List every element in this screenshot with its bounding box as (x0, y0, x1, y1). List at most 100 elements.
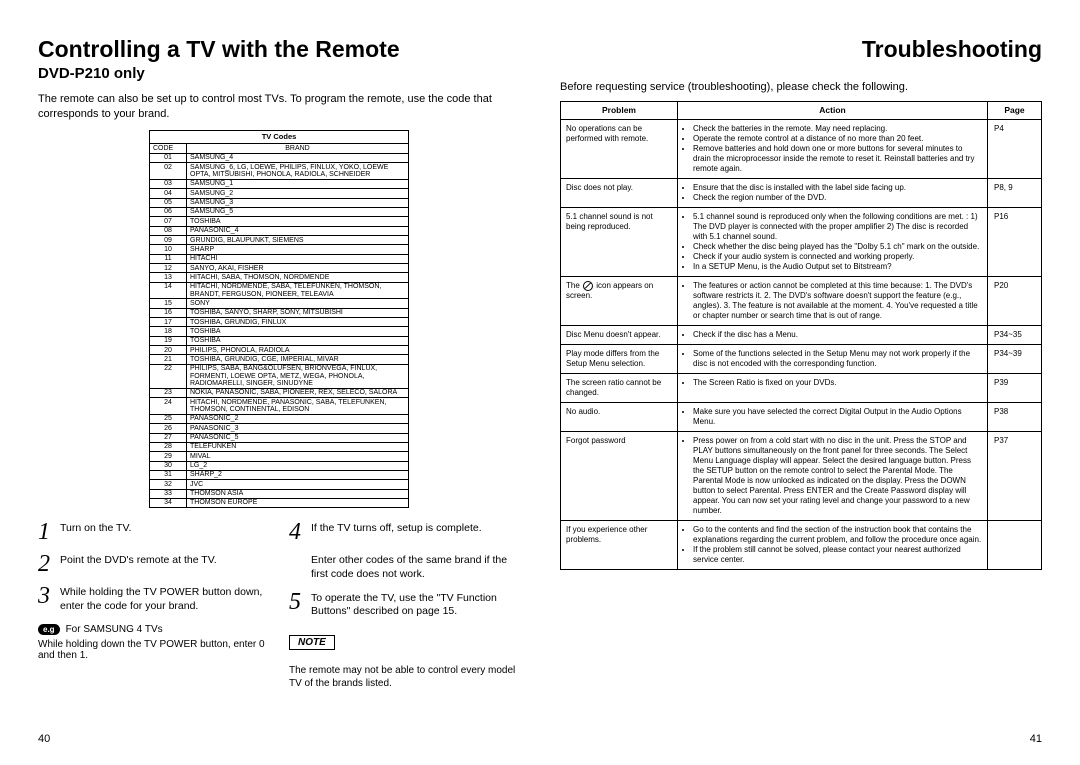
tv-code-cell: 16 (150, 308, 187, 317)
example-row: e.g For SAMSUNG 4 TVs (38, 624, 269, 635)
page-number-right: 41 (1030, 733, 1042, 745)
tv-code-header: CODE (150, 143, 187, 153)
tv-code-cell: 08 (150, 226, 187, 235)
tv-code-row: 03SAMSUNG_1 (150, 179, 409, 188)
action-item: 5.1 channel sound is reproduced only whe… (693, 212, 982, 242)
step-1: 1Turn on the TV. (38, 522, 269, 544)
tv-code-row: 01SAMSUNG_4 (150, 153, 409, 162)
tv-code-row: 12SANYO, AKAI, FISHER (150, 264, 409, 273)
tv-brand-cell: GRUNDIG, BLAUPUNKT, SIEMENS (187, 236, 409, 245)
step-num-blank (289, 552, 311, 576)
tv-brand-cell: TOSHIBA (187, 336, 409, 345)
problem-cell: No audio. (561, 402, 678, 431)
tv-brand-cell: THOMSON ASIA (187, 489, 409, 498)
trouble-row: Disc Menu doesn't appear.Check if the di… (561, 325, 1042, 344)
tv-code-row: 20PHILIPS, PHONOLA, RADIOLA (150, 346, 409, 355)
tv-brand-cell: PANASONIC_2 (187, 414, 409, 423)
step-continued: Enter other codes of the same brand if t… (289, 554, 520, 581)
action-item: Go to the contents and find the section … (693, 525, 982, 545)
tv-code-row: 23NOKIA, PANASONIC, SABA, PIONEER, REX, … (150, 388, 409, 397)
tv-code-row: 24HITACHI, NORDMENDE, PANASONIC, SABA, T… (150, 398, 409, 415)
action-item: The Screen Ratio is fixed on your DVDs. (693, 378, 982, 388)
tv-code-row: 08PANASONIC_4 (150, 226, 409, 235)
left-page: Controlling a TV with the Remote DVD-P21… (38, 36, 520, 735)
tv-code-row: 31SHARP_2 (150, 470, 409, 479)
tv-brand-cell: HITACHI, NORDMENDE, PANASONIC, SABA, TEL… (187, 398, 409, 415)
tv-brand-cell: SAMSUNG_6, LG, LOEWE, PHILIPS, FINLUX, Y… (187, 163, 409, 180)
right-page: Troubleshooting Before requesting servic… (560, 36, 1042, 735)
tv-code-row: 02SAMSUNG_6, LG, LOEWE, PHILIPS, FINLUX,… (150, 163, 409, 180)
tv-codes-title: TV Codes (150, 130, 409, 143)
step-num: 4 (289, 520, 311, 544)
tv-code-cell: 14 (150, 282, 187, 299)
tv-code-cell: 34 (150, 498, 187, 507)
problem-cell: The screen ratio cannot be changed. (561, 373, 678, 402)
tv-code-cell: 19 (150, 336, 187, 345)
step-num: 3 (38, 584, 60, 608)
page-cell: P34~35 (988, 325, 1042, 344)
tv-brand-cell: PANASONIC_3 (187, 424, 409, 433)
tv-code-cell: 30 (150, 461, 187, 470)
tv-brand-cell: JVC (187, 480, 409, 489)
tv-brand-header: BRAND (187, 143, 409, 153)
tv-code-cell: 25 (150, 414, 187, 423)
action-cell: Check if the disc has a Menu. (678, 325, 988, 344)
tv-code-row: 32JVC (150, 480, 409, 489)
tv-brand-cell: TOSHIBA, SANYO, SHARP, SONY, MITSUBISHI (187, 308, 409, 317)
page-number-left: 40 (38, 733, 50, 745)
tv-brand-cell: THOMSON EUROPE (187, 498, 409, 507)
tv-code-cell: 11 (150, 254, 187, 263)
trouble-row: If you experience other problems. Go to t… (561, 520, 1042, 569)
action-item: Ensure that the disc is installed with t… (693, 183, 982, 193)
tv-code-row: 15SONY (150, 299, 409, 308)
page-cell: P39 (988, 373, 1042, 402)
trouble-row: 5.1 channel sound is not being reproduce… (561, 207, 1042, 276)
step-num: 2 (38, 552, 60, 576)
tv-code-cell: 06 (150, 207, 187, 216)
tv-code-cell: 15 (150, 299, 187, 308)
note-badge: NOTE (289, 635, 335, 650)
tv-code-row: 09GRUNDIG, BLAUPUNKT, SIEMENS (150, 236, 409, 245)
page-cell: P38 (988, 402, 1042, 431)
trouble-row: Forgot passwordPress power on from a col… (561, 431, 1042, 520)
tv-code-row: 14HITACHI, NORDMENDE, SABA, TELEFUNKEN, … (150, 282, 409, 299)
tv-code-cell: 12 (150, 264, 187, 273)
eg-description: While holding down the TV POWER button, … (38, 639, 269, 661)
action-item: Check if your audio system is connected … (693, 252, 982, 262)
tv-code-row: 19TOSHIBA (150, 336, 409, 345)
action-cell: Press power on from a cold start with no… (678, 431, 988, 520)
action-cell: The features or action cannot be complet… (678, 276, 988, 325)
action-item: Check whether the disc being played has … (693, 242, 982, 252)
action-item: Some of the functions selected in the Se… (693, 349, 982, 369)
step-num: 1 (38, 520, 60, 544)
tv-code-cell: 26 (150, 424, 187, 433)
step-num: 5 (289, 590, 311, 614)
tv-code-row: 29MIVAL (150, 452, 409, 461)
step-5: 5To operate the TV, use the "TV Function… (289, 592, 520, 619)
problem-cell: No operations can be performed with remo… (561, 119, 678, 178)
trouble-row: No operations can be performed with remo… (561, 119, 1042, 178)
tv-code-cell: 09 (150, 236, 187, 245)
tv-code-row: 04SAMSUNG_2 (150, 189, 409, 198)
tv-brand-cell: NOKIA, PANASONIC, SABA, PIONEER, REX, SE… (187, 388, 409, 397)
tv-code-cell: 01 (150, 153, 187, 162)
problem-cell: If you experience other problems. (561, 520, 678, 569)
tv-code-row: 11HITACHI (150, 254, 409, 263)
problem-cell: Disc Menu doesn't appear. (561, 325, 678, 344)
left-page-subtitle: DVD-P210 only (38, 65, 520, 82)
tv-code-row: 07TOSHIBA (150, 217, 409, 226)
tv-code-cell: 24 (150, 398, 187, 415)
tv-code-cell: 02 (150, 163, 187, 180)
tv-brand-cell: SAMSUNG_5 (187, 207, 409, 216)
tv-code-cell: 29 (150, 452, 187, 461)
action-item: Check the batteries in the remote. May n… (693, 124, 982, 134)
page-cell (988, 520, 1042, 569)
tv-code-row: 33THOMSON ASIA (150, 489, 409, 498)
tv-brand-cell: SANYO, AKAI, FISHER (187, 264, 409, 273)
page-cell: P34~39 (988, 344, 1042, 373)
action-item: If the problem still cannot be solved, p… (693, 545, 982, 565)
hdr-action: Action (678, 102, 988, 120)
action-cell: Check the batteries in the remote. May n… (678, 119, 988, 178)
action-cell: Some of the functions selected in the Se… (678, 344, 988, 373)
action-item: Make sure you have selected the correct … (693, 407, 982, 427)
